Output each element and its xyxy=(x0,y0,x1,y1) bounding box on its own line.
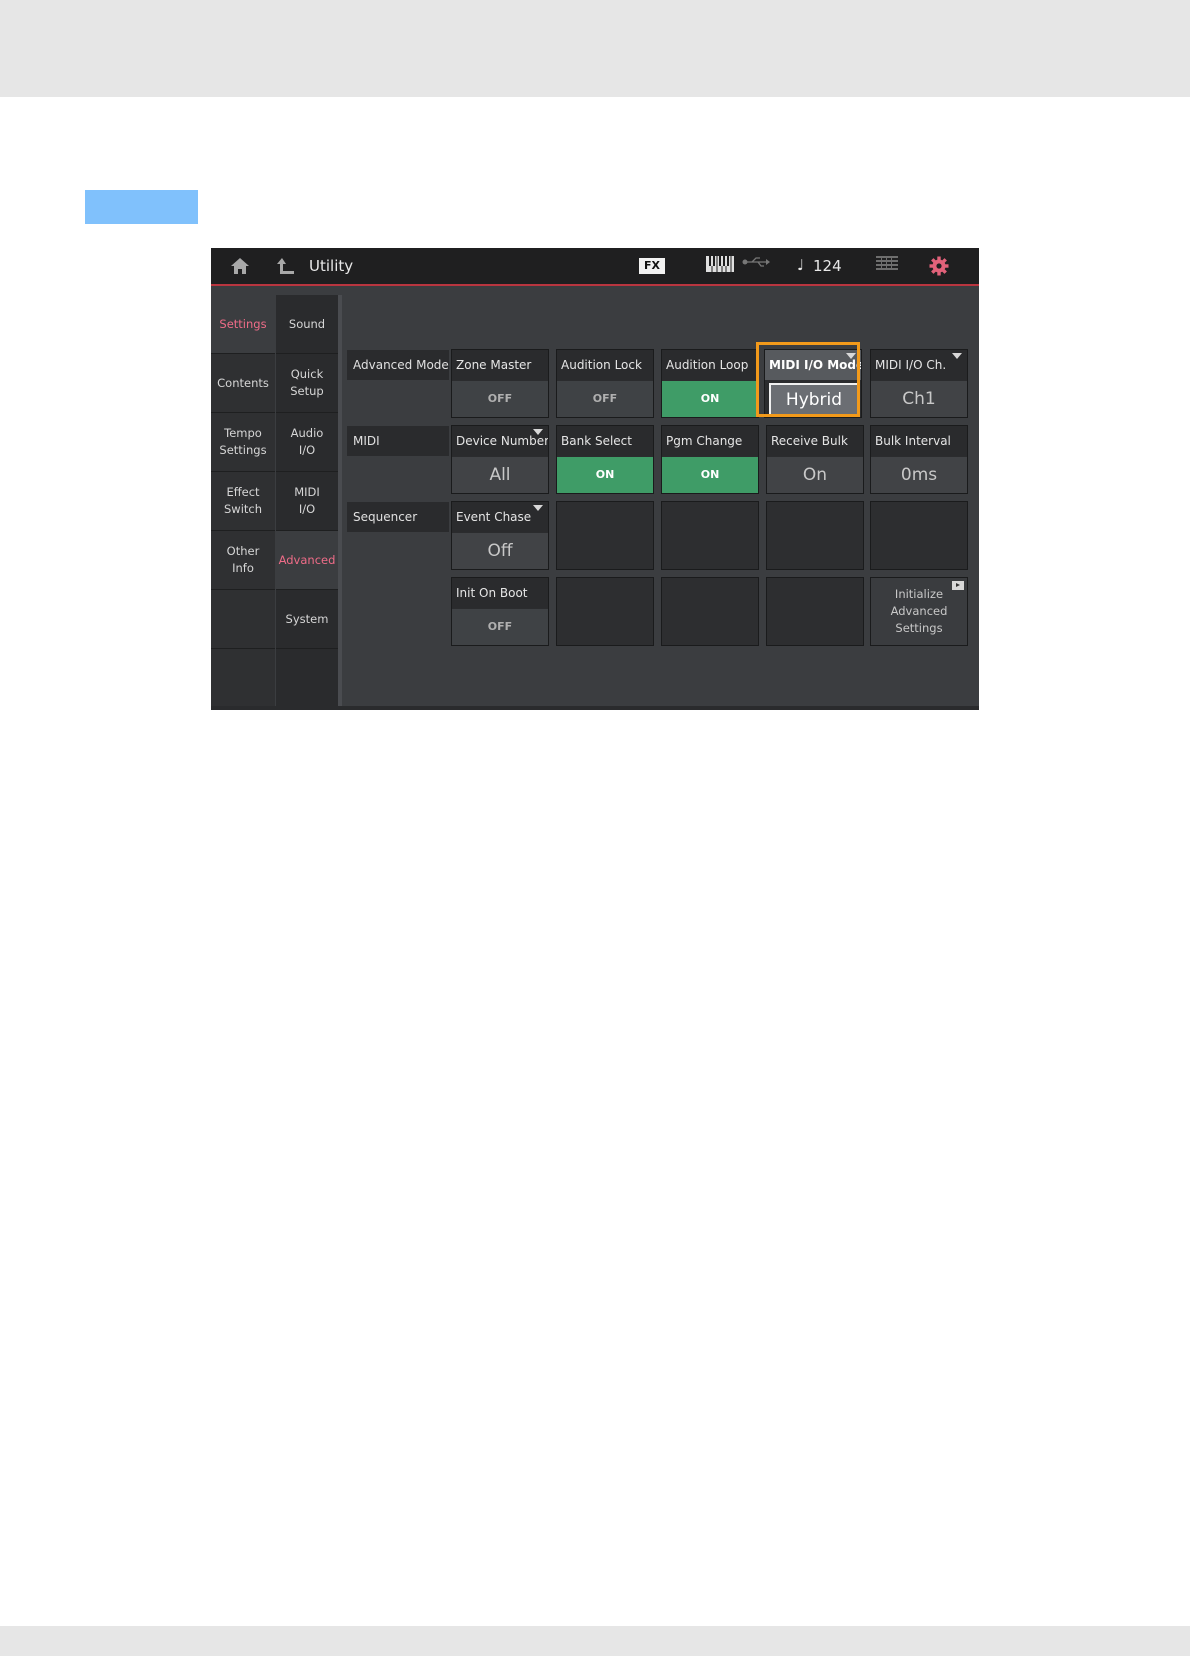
sidebar-item-audio-io[interactable]: Audio I/O xyxy=(276,413,338,472)
param-label: Init On Boot xyxy=(452,578,548,608)
midi-io-ch-value[interactable]: Ch1 xyxy=(871,381,967,417)
bulk-interval-param[interactable]: Bulk Interval 0ms xyxy=(870,425,968,494)
tempo-note-icon: ♩ xyxy=(797,256,805,274)
sidebar-item-empty xyxy=(211,590,275,649)
back-icon[interactable] xyxy=(276,256,296,276)
empty-cell xyxy=(556,501,654,570)
section-advanced-mode: Advanced Mode xyxy=(347,350,449,380)
param-label: Audition Loop xyxy=(662,350,758,380)
empty-cell xyxy=(870,501,968,570)
receive-bulk-value[interactable]: On xyxy=(767,457,863,493)
empty-cell xyxy=(661,501,759,570)
usb-icon xyxy=(742,257,770,267)
initialize-advanced-settings-button[interactable]: Initialize Advanced Settings xyxy=(870,577,968,646)
audition-loop-param[interactable]: Audition Loop ON xyxy=(661,349,759,418)
pgm-change-param[interactable]: Pgm Change ON xyxy=(661,425,759,494)
param-label: Receive Bulk xyxy=(767,426,863,456)
receive-bulk-param[interactable]: Receive Bulk On xyxy=(766,425,864,494)
event-chase-param[interactable]: Event Chase Off xyxy=(451,501,549,570)
event-chase-value[interactable]: Off xyxy=(452,533,548,569)
dropdown-arrow-icon xyxy=(533,505,543,511)
bulk-interval-value[interactable]: 0ms xyxy=(871,457,967,493)
pgm-change-toggle[interactable]: ON xyxy=(662,457,758,493)
midi-io-mode-param[interactable]: MIDI I/O Mode Hybrid xyxy=(764,349,862,418)
sidebar-item-sound[interactable]: Sound xyxy=(276,295,338,354)
midi-io-mode-value[interactable]: Hybrid xyxy=(769,383,859,417)
play-icon xyxy=(952,581,964,590)
dropdown-arrow-icon xyxy=(533,429,543,435)
audition-loop-toggle[interactable]: ON xyxy=(662,381,758,417)
initialize-label: Initialize Advanced Settings xyxy=(890,587,948,635)
sidebar-item-quick-setup[interactable]: Quick Setup xyxy=(276,354,338,413)
param-label: Zone Master xyxy=(452,350,548,380)
param-label: Audition Lock xyxy=(557,350,653,380)
dropdown-arrow-icon xyxy=(952,353,962,359)
dropdown-arrow-icon xyxy=(846,353,856,359)
init-on-boot-param[interactable]: Init On Boot OFF xyxy=(451,577,549,646)
sidebar-item-other-info[interactable]: Other Info xyxy=(211,531,275,590)
init-on-boot-toggle[interactable]: OFF xyxy=(452,609,548,645)
sidebar-item-contents[interactable]: Contents xyxy=(211,354,275,413)
audition-lock-toggle[interactable]: OFF xyxy=(557,381,653,417)
param-label: Bulk Interval xyxy=(871,426,967,456)
sidebar-item-settings[interactable]: Settings xyxy=(211,295,275,354)
bank-select-toggle[interactable]: ON xyxy=(557,457,653,493)
empty-cell xyxy=(556,577,654,646)
step-tag xyxy=(85,190,198,224)
sidebar-item-tempo-settings[interactable]: Tempo Settings xyxy=(211,413,275,472)
empty-cell xyxy=(766,577,864,646)
audition-lock-param[interactable]: Audition Lock OFF xyxy=(556,349,654,418)
param-label: Pgm Change xyxy=(662,426,758,456)
zone-master-param[interactable]: Zone Master OFF xyxy=(451,349,549,418)
page-footer-band xyxy=(0,1626,1190,1656)
sidebar-item-system[interactable]: System xyxy=(276,590,338,649)
fx-icon[interactable]: FX xyxy=(639,258,665,274)
home-icon[interactable] xyxy=(229,256,251,276)
section-midi: MIDI xyxy=(347,426,449,456)
empty-cell xyxy=(661,577,759,646)
midi-io-ch-param[interactable]: MIDI I/O Ch. Ch1 xyxy=(870,349,968,418)
sidebar-secondary: Sound Quick Setup Audio I/O MIDI I/O Adv… xyxy=(276,295,338,710)
screen-bottom-edge xyxy=(211,706,979,710)
device-number-param[interactable]: Device Number All xyxy=(451,425,549,494)
sidebar-item-midi-io[interactable]: MIDI I/O xyxy=(276,472,338,531)
keyboard-icon[interactable] xyxy=(706,256,734,272)
tempo-value[interactable]: 124 xyxy=(813,257,842,275)
top-bar: Utility FX ♩ 124 xyxy=(211,248,979,286)
sidebar-item-advanced[interactable]: Advanced xyxy=(276,531,338,590)
sidebar-item-effect-switch[interactable]: Effect Switch xyxy=(211,472,275,531)
empty-cell xyxy=(766,501,864,570)
page-title: Utility xyxy=(309,257,354,275)
section-sequencer: Sequencer xyxy=(347,502,449,532)
sidebar-primary: Settings Contents Tempo Settings Effect … xyxy=(211,295,275,710)
gear-icon[interactable] xyxy=(929,256,949,276)
page-header-band xyxy=(0,0,1190,97)
zone-master-toggle[interactable]: OFF xyxy=(452,381,548,417)
device-number-value[interactable]: All xyxy=(452,457,548,493)
bank-select-param[interactable]: Bank Select ON xyxy=(556,425,654,494)
device-screen: Utility FX ♩ 124 Settings Contents Tempo… xyxy=(211,248,979,710)
param-label: Bank Select xyxy=(557,426,653,456)
grid-icon[interactable] xyxy=(876,256,898,270)
